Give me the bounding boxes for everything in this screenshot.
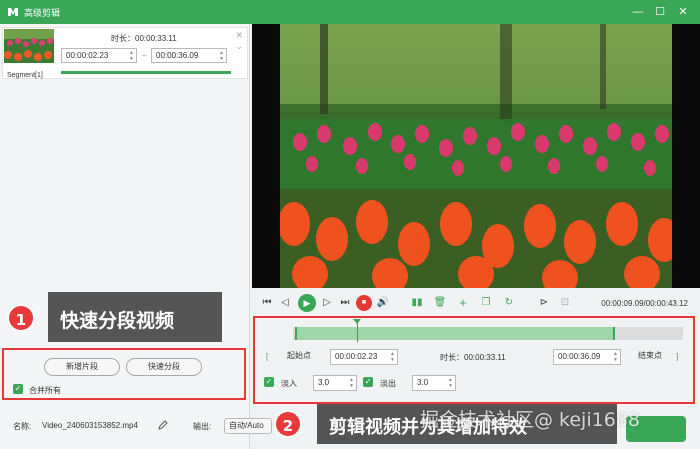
- video-frame: [280, 24, 672, 288]
- end-time-field[interactable]: 00:00:36.09 ▲ ▼: [553, 349, 621, 365]
- minimize-button[interactable]: —: [630, 4, 646, 20]
- name-label: 名称:: [13, 422, 32, 431]
- reset-icon[interactable]: ↻: [502, 296, 516, 310]
- time-readout: 00:00:09.09/00:00:43.12: [601, 299, 688, 308]
- spin-arrows-icon[interactable]: ▲ ▼: [448, 377, 453, 389]
- fade-out-label: 淡出: [380, 379, 396, 388]
- timeline-selection[interactable]: [295, 327, 615, 340]
- fade-in-checkbox[interactable]: ✓: [264, 377, 274, 387]
- watermark: 掘金技术社区@ keji1688: [420, 409, 640, 431]
- delete-icon[interactable]: 🗑: [433, 296, 447, 310]
- mark-out-icon[interactable]: ⊡: [558, 296, 572, 310]
- output-value: 自动/Auto: [229, 421, 264, 430]
- segment-start-field[interactable]: 00:00:02.23 ▲ ▼: [61, 48, 137, 63]
- fade-out-checkbox[interactable]: ✓: [363, 377, 373, 387]
- segment-card[interactable]: Segment[1] 时长：00:00:33.11 00:00:02.23 ▲ ▼…: [2, 27, 248, 79]
- start-time-field[interactable]: 00:00:02.23 ▲ ▼: [330, 349, 398, 365]
- fade-out-field[interactable]: 3.0 ▲ ▼: [412, 375, 456, 391]
- trim-duration: 时长：00:00:33.11: [440, 353, 506, 362]
- range-dash: –: [142, 51, 147, 60]
- spin-arrows-icon[interactable]: ▲ ▼: [129, 50, 134, 62]
- close-icon[interactable]: ✕ ⌄: [235, 30, 243, 52]
- playhead-handle[interactable]: [353, 319, 361, 324]
- close-button[interactable]: ✕: [675, 4, 691, 20]
- segment-duration: 时长：00:00:33.11: [111, 34, 177, 43]
- callout-1-text: 快速分段视频: [60, 310, 175, 332]
- segment-start-value: 00:00:02.23: [66, 51, 109, 60]
- add-icon[interactable]: +: [456, 296, 470, 310]
- callout-1: 快速分段视频: [48, 292, 222, 342]
- timeline-track[interactable]: [293, 327, 683, 340]
- prev-frame-icon[interactable]: ◁: [278, 296, 292, 310]
- segment-thumbnail: [4, 29, 54, 63]
- end-point-button[interactable]: 结束点: [624, 349, 676, 365]
- maximize-button[interactable]: ☐: [652, 4, 668, 20]
- copy-icon[interactable]: ❐: [479, 296, 493, 310]
- window-title: 高级剪辑: [24, 8, 61, 18]
- segment-panel: Segment[1] 时长：00:00:33.11 00:00:02.23 ▲ ▼…: [0, 24, 250, 449]
- quick-split-button[interactable]: 快速分段: [126, 358, 202, 376]
- edit-icon[interactable]: [158, 420, 168, 430]
- segment-label: Segment[1]: [7, 72, 43, 79]
- mark-in-icon[interactable]: ⊳: [537, 296, 551, 310]
- fade-in-value: 3.0: [318, 378, 330, 387]
- start-point-button[interactable]: 起始点: [270, 349, 328, 365]
- end-time-value: 00:00:36.09: [558, 352, 601, 361]
- segment-progress-bar: [61, 71, 231, 74]
- merge-all-label: 合并所有: [29, 386, 61, 395]
- file-name: Video_240603153852.mp4: [42, 421, 138, 430]
- callout-2-number: 2: [274, 410, 302, 438]
- title-bar: 高级剪辑 — ☐ ✕: [0, 0, 700, 24]
- merge-all-checkbox[interactable]: ✓: [13, 384, 23, 394]
- spin-arrows-icon[interactable]: ▲ ▼: [349, 377, 354, 389]
- spin-arrows-icon[interactable]: ▲ ▼: [390, 351, 395, 363]
- app-logo-icon: [8, 8, 18, 16]
- video-preview[interactable]: [252, 24, 700, 288]
- split-icon[interactable]: ▮▮: [410, 296, 424, 310]
- skip-start-icon[interactable]: ⏮: [260, 296, 274, 310]
- play-icon[interactable]: ▶: [298, 294, 316, 312]
- output-select[interactable]: 自动/Auto: [224, 418, 272, 434]
- output-label: 输出:: [193, 422, 212, 431]
- next-frame-icon[interactable]: ▷: [320, 296, 334, 310]
- spin-arrows-icon[interactable]: ▲ ▼: [219, 50, 224, 62]
- segment-end-value: 00:00:36.09: [156, 51, 199, 60]
- bracket-close-icon: ]: [676, 352, 679, 361]
- volume-icon[interactable]: 🔊: [376, 296, 390, 310]
- new-segment-button[interactable]: 新增片段: [44, 358, 120, 376]
- fade-in-field[interactable]: 3.0 ▲ ▼: [313, 375, 357, 391]
- bracket-open-icon: [: [266, 352, 269, 361]
- spin-arrows-icon[interactable]: ▲ ▼: [613, 351, 618, 363]
- player-controls: ⏮ ◁ ▶ ▷ ⏭ ■ 🔊 ▮▮ 🗑 + ❐ ↻ ⊳ ⊡ 00:00:09.09…: [252, 293, 700, 315]
- fade-out-value: 3.0: [417, 378, 429, 387]
- segment-end-field[interactable]: 00:00:36.09 ▲ ▼: [151, 48, 227, 63]
- start-time-value: 00:00:02.23: [335, 352, 378, 361]
- callout-1-number: 1: [7, 304, 35, 332]
- stop-icon[interactable]: ■: [356, 295, 372, 311]
- fade-in-label: 淡入: [281, 379, 297, 388]
- skip-end-icon[interactable]: ⏭: [338, 296, 352, 310]
